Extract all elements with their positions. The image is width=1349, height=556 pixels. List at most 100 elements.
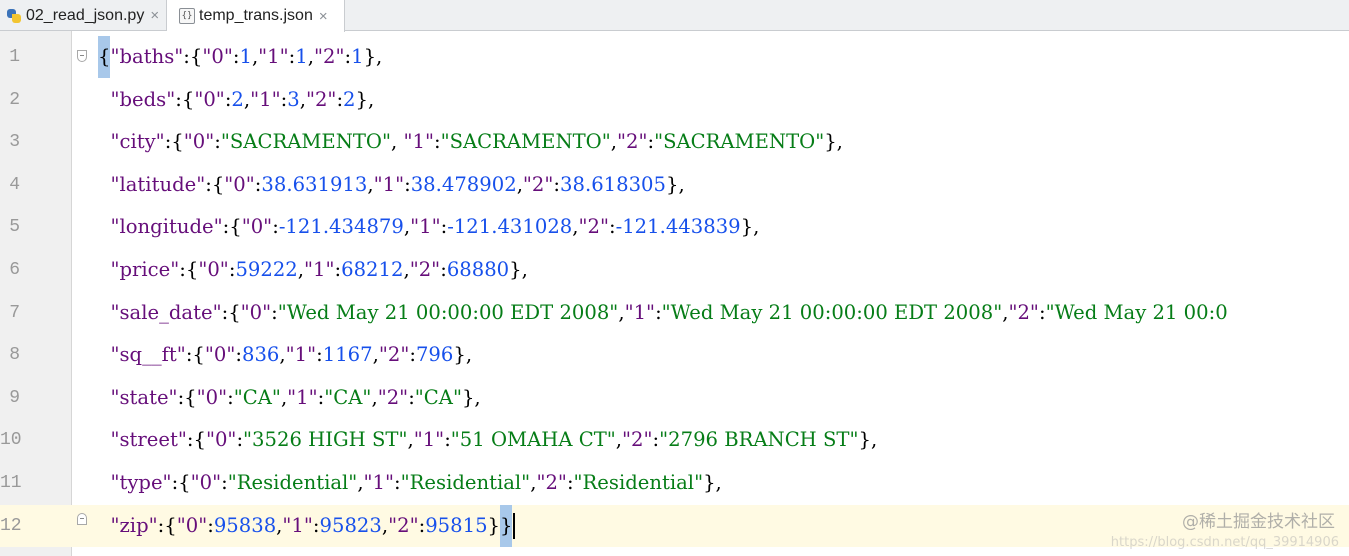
json-key: "1": [403, 130, 434, 154]
json-number: 38.631913: [261, 172, 368, 196]
code-line[interactable]: 1 {"baths":{"0":1,"1":1,"2":1},: [0, 36, 1349, 78]
json-punctuation: },: [355, 87, 375, 111]
json-punctuation: [98, 258, 110, 281]
json-punctuation: }: [500, 504, 513, 547]
json-number: 796: [415, 343, 454, 367]
json-punctuation: :: [272, 215, 279, 239]
json-key: "baths": [110, 45, 184, 68]
code-line[interactable]: 8 "sq__ft":{"0":836,"1":1167,"2":796},: [0, 334, 1349, 376]
json-key: "street": [110, 428, 187, 452]
code-text: "sale_date":{"0":"Wed May 21 00:00:00 ED…: [98, 292, 1227, 334]
json-punctuation: },: [703, 471, 722, 494]
code-text: "latitude":{"0":38.631913,"1":38.478902,…: [98, 164, 684, 206]
json-punctuation: [98, 130, 110, 153]
json-punctuation: ,: [391, 130, 404, 154]
json-punctuation: :: [214, 130, 221, 154]
json-string: "Wed May 21 00:00:00 EDT 2008": [661, 300, 1003, 324]
json-number: -121.431028: [447, 215, 573, 239]
json-key: "1": [304, 258, 335, 281]
json-key: "2": [522, 172, 554, 196]
json-key: "price": [110, 258, 180, 281]
json-punctuation: [98, 471, 110, 494]
code-line[interactable]: 3 "city":{"0":"SACRAMENTO", "1":"SACRAME…: [0, 121, 1349, 163]
json-string: "51 OMAHA CT": [450, 428, 616, 452]
json-key: "0": [183, 130, 215, 154]
code-line[interactable]: 2 "beds":{"0":2,"1":3,"2":2},: [0, 79, 1349, 121]
code-line[interactable]: 7 "sale_date":{"0":"Wed May 21 00:00:00 …: [0, 292, 1349, 334]
tab-temp-trans-json[interactable]: {} temp_trans.json ×: [167, 0, 345, 32]
json-punctuation: :: [312, 513, 320, 537]
json-string: "CA": [414, 385, 462, 409]
json-punctuation: :: [566, 471, 574, 494]
tab-label: 02_read_json.py: [26, 6, 145, 24]
fold-end-icon[interactable]: [77, 513, 87, 525]
code-text: "city":{"0":"SACRAMENTO", "1":"SACRAMENT…: [98, 121, 842, 163]
json-string: "Wed May 21 00:00:00 EDT 2008": [277, 300, 619, 324]
json-key: "2": [1008, 300, 1039, 324]
json-number: 38.478902: [410, 172, 517, 196]
text-cursor: [513, 512, 516, 539]
json-string: "CA": [324, 385, 372, 409]
json-key: "1": [624, 300, 656, 324]
json-number: 1167: [322, 343, 373, 367]
json-key: "1": [287, 385, 318, 409]
tab-02-read-json-py[interactable]: 02_read_json.py ×: [0, 0, 167, 31]
json-key: "0": [196, 385, 228, 409]
json-punctuation: :: [408, 385, 415, 409]
json-string: "Residential": [573, 471, 704, 494]
code-line[interactable]: 5 "longitude":{"0":-121.434879,"1":-121.…: [0, 206, 1349, 248]
code-line[interactable]: 11 "type":{"0":"Residential","1":"Reside…: [0, 462, 1349, 504]
line-number: 3: [9, 132, 20, 153]
close-icon[interactable]: ×: [150, 7, 159, 24]
code-text: "price":{"0":59222,"1":68212,"2":68880},: [98, 249, 528, 291]
code-line[interactable]: 9 "state":{"0":"CA","1":"CA","2":"CA"},: [0, 377, 1349, 419]
code-line[interactable]: 6 "price":{"0":59222,"1":68212,"2":68880…: [0, 249, 1349, 291]
json-punctuation: :{: [177, 385, 197, 409]
line-number: 1: [9, 47, 20, 67]
json-key: "1": [282, 513, 313, 537]
json-number: 95838: [213, 513, 277, 537]
json-punctuation: [98, 215, 110, 238]
line-number: 12: [0, 515, 22, 536]
line-number: 11: [0, 473, 22, 493]
code-text: "state":{"0":"CA","1":"CA","2":"CA"},: [98, 377, 480, 419]
json-key: "0": [190, 471, 222, 494]
json-number: 1: [295, 45, 308, 68]
python-file-icon: [6, 8, 22, 24]
close-icon[interactable]: ×: [319, 8, 328, 25]
json-punctuation: },: [740, 215, 760, 239]
json-key: "2": [377, 385, 409, 409]
json-punctuation: [98, 343, 110, 366]
json-key: "1": [285, 343, 317, 367]
json-number: 1: [239, 45, 252, 68]
code-text: "sq__ft":{"0":836,"1":1167,"2":796},: [98, 334, 472, 376]
json-key: "2": [388, 513, 419, 537]
json-key: "1": [410, 215, 441, 239]
json-key: "0": [224, 172, 255, 196]
tab-label: temp_trans.json: [199, 7, 313, 24]
json-key: "0": [204, 343, 236, 367]
fold-start-icon[interactable]: [77, 50, 87, 62]
json-punctuation: :: [235, 343, 242, 367]
json-string: "SACRAMENTO": [220, 130, 392, 154]
json-key: "2": [536, 471, 567, 494]
json-key: "2": [313, 45, 345, 68]
json-string: "CA": [233, 385, 281, 409]
json-key: "2": [305, 87, 337, 111]
json-key: "latitude": [110, 172, 206, 196]
json-punctuation: :: [227, 385, 234, 409]
json-punctuation: :: [440, 258, 447, 281]
code-line[interactable]: 4 "latitude":{"0":38.631913,"1":38.47890…: [0, 164, 1349, 206]
json-key: "0": [240, 300, 272, 324]
json-punctuation: :{: [179, 258, 199, 281]
json-punctuation: },: [509, 258, 528, 281]
line-number: 2: [9, 89, 20, 110]
json-punctuation: },: [363, 45, 383, 68]
json-punctuation: :: [207, 513, 214, 537]
code-line[interactable]: 10 "street":{"0":"3526 HIGH ST","1":"51 …: [0, 419, 1349, 461]
json-punctuation: [98, 301, 110, 324]
json-punctuation: :: [316, 343, 323, 367]
code-text: {"baths":{"0":1,"1":1,"2":1},: [98, 36, 382, 78]
json-punctuation: :: [409, 343, 416, 367]
json-key: "sq__ft": [110, 343, 186, 367]
